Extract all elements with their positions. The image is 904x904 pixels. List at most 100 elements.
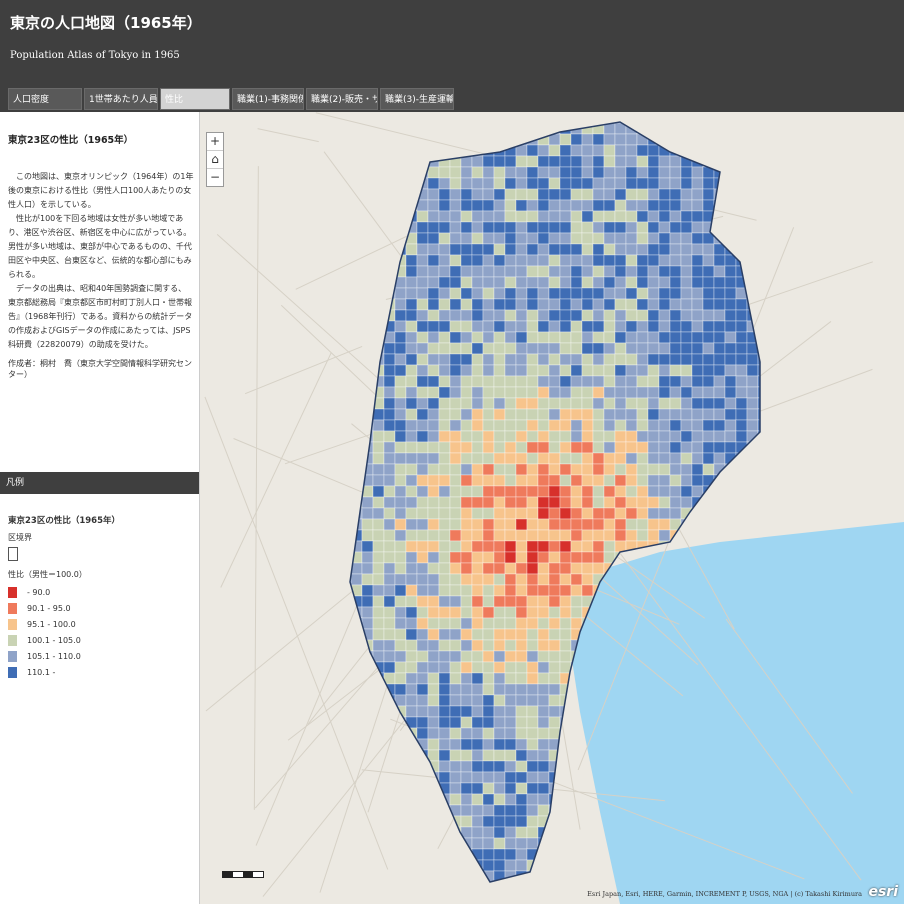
- choropleth-cell: [416, 386, 429, 399]
- choropleth-map[interactable]: [200, 112, 904, 904]
- choropleth-cell: [515, 419, 528, 432]
- choropleth-cell: [350, 573, 363, 586]
- choropleth-cell: [581, 562, 594, 575]
- choropleth-cell: [471, 661, 484, 674]
- choropleth-cell: [559, 144, 572, 157]
- choropleth-cell: [482, 298, 495, 311]
- choropleth-cell: [460, 540, 473, 553]
- choropleth-cell: [416, 683, 429, 696]
- choropleth-cell: [636, 441, 649, 454]
- choropleth-cell: [416, 584, 429, 597]
- choropleth-cell: [493, 188, 506, 201]
- choropleth-cell: [658, 474, 671, 487]
- choropleth-cell: [680, 441, 693, 454]
- choropleth-cell: [702, 408, 715, 421]
- choropleth-cell: [746, 353, 759, 366]
- choropleth-cell: [482, 826, 495, 839]
- choropleth-cell: [658, 463, 671, 476]
- choropleth-cell: [372, 562, 385, 575]
- choropleth-cell: [603, 166, 616, 179]
- choropleth-cell: [526, 716, 539, 729]
- home-button[interactable]: ⌂: [207, 151, 223, 169]
- choropleth-cell: [570, 232, 583, 245]
- choropleth-cell: [548, 265, 561, 278]
- choropleth-cell: [438, 683, 451, 696]
- choropleth-cell: [548, 430, 561, 443]
- choropleth-cell: [592, 276, 605, 289]
- choropleth-cell: [449, 353, 462, 366]
- choropleth-cell: [416, 419, 429, 432]
- legend-header[interactable]: 凡例: [0, 472, 199, 494]
- choropleth-cell: [702, 397, 715, 410]
- tab-sex-ratio[interactable]: 性比: [160, 88, 230, 110]
- choropleth-cell: [680, 199, 693, 212]
- choropleth-cell: [471, 815, 484, 828]
- choropleth-cell: [515, 353, 528, 366]
- choropleth-cell: [669, 254, 682, 267]
- choropleth-cell: [570, 254, 583, 267]
- choropleth-cell: [526, 837, 539, 850]
- choropleth-cell: [537, 694, 550, 707]
- choropleth-cell: [647, 375, 660, 388]
- tokyo-bay-water: [560, 522, 904, 904]
- choropleth-cell: [548, 496, 561, 509]
- choropleth-cell: [438, 452, 451, 465]
- choropleth-cell: [471, 540, 484, 553]
- choropleth-cell: [625, 133, 638, 146]
- choropleth-cell: [680, 485, 693, 498]
- choropleth-cell: [515, 826, 528, 839]
- choropleth-cell: [504, 584, 517, 597]
- choropleth-cell: [625, 441, 638, 454]
- choropleth-cell: [449, 694, 462, 707]
- zoom-in-button[interactable]: +: [207, 133, 223, 151]
- choropleth-cell: [449, 375, 462, 388]
- choropleth-cell: [647, 430, 660, 443]
- choropleth-cell: [614, 265, 627, 278]
- tab-occupation-office[interactable]: 職業(1)-事務関係: [232, 88, 304, 110]
- choropleth-cell: [713, 342, 726, 355]
- choropleth-cell: [405, 452, 418, 465]
- choropleth-cell: [647, 254, 660, 267]
- choropleth-cell: [394, 342, 407, 355]
- choropleth-cell: [680, 452, 693, 465]
- choropleth-cell: [548, 309, 561, 322]
- choropleth-cell: [482, 243, 495, 256]
- choropleth-cell: [383, 606, 396, 619]
- choropleth-cell: [548, 254, 561, 267]
- choropleth-cell: [691, 353, 704, 366]
- choropleth-cell: [548, 177, 561, 190]
- choropleth-cell: [691, 342, 704, 355]
- choropleth-cell: [647, 232, 660, 245]
- choropleth-cell: [504, 573, 517, 586]
- choropleth-cell: [504, 265, 517, 278]
- choropleth-cell: [515, 309, 528, 322]
- choropleth-cell: [614, 133, 627, 146]
- choropleth-cell: [581, 210, 594, 223]
- choropleth-cell: [702, 199, 715, 212]
- choropleth-cell: [361, 595, 374, 608]
- choropleth-cell: [416, 573, 429, 586]
- zoom-out-button[interactable]: −: [207, 169, 223, 186]
- tab-population-density[interactable]: 人口密度: [8, 88, 82, 110]
- choropleth-cell: [625, 298, 638, 311]
- tab-occupation-production[interactable]: 職業(3)-生産運輸関係: [380, 88, 454, 110]
- choropleth-cell: [449, 364, 462, 377]
- choropleth-cell: [548, 507, 561, 520]
- choropleth-cell: [570, 133, 583, 146]
- choropleth-cell: [493, 782, 506, 795]
- tab-occupation-sales[interactable]: 職業(2)-販売・サー...: [306, 88, 378, 110]
- map-view[interactable]: + ⌂ − Esri Japan, Esri, HERE, Garmin, IN…: [200, 112, 904, 904]
- choropleth-cell: [581, 188, 594, 201]
- choropleth-cell: [614, 276, 627, 289]
- choropleth-cell: [603, 221, 616, 234]
- choropleth-cell: [537, 210, 550, 223]
- choropleth-cell: [449, 562, 462, 575]
- choropleth-cell: [669, 474, 682, 487]
- choropleth-cell: [559, 463, 572, 476]
- choropleth-cell: [537, 298, 550, 311]
- choropleth-cell: [493, 595, 506, 608]
- choropleth-cell: [471, 276, 484, 289]
- choropleth-cell: [394, 386, 407, 399]
- choropleth-cell: [614, 496, 627, 509]
- tab-household-size[interactable]: 1世帯あたり人員: [84, 88, 158, 110]
